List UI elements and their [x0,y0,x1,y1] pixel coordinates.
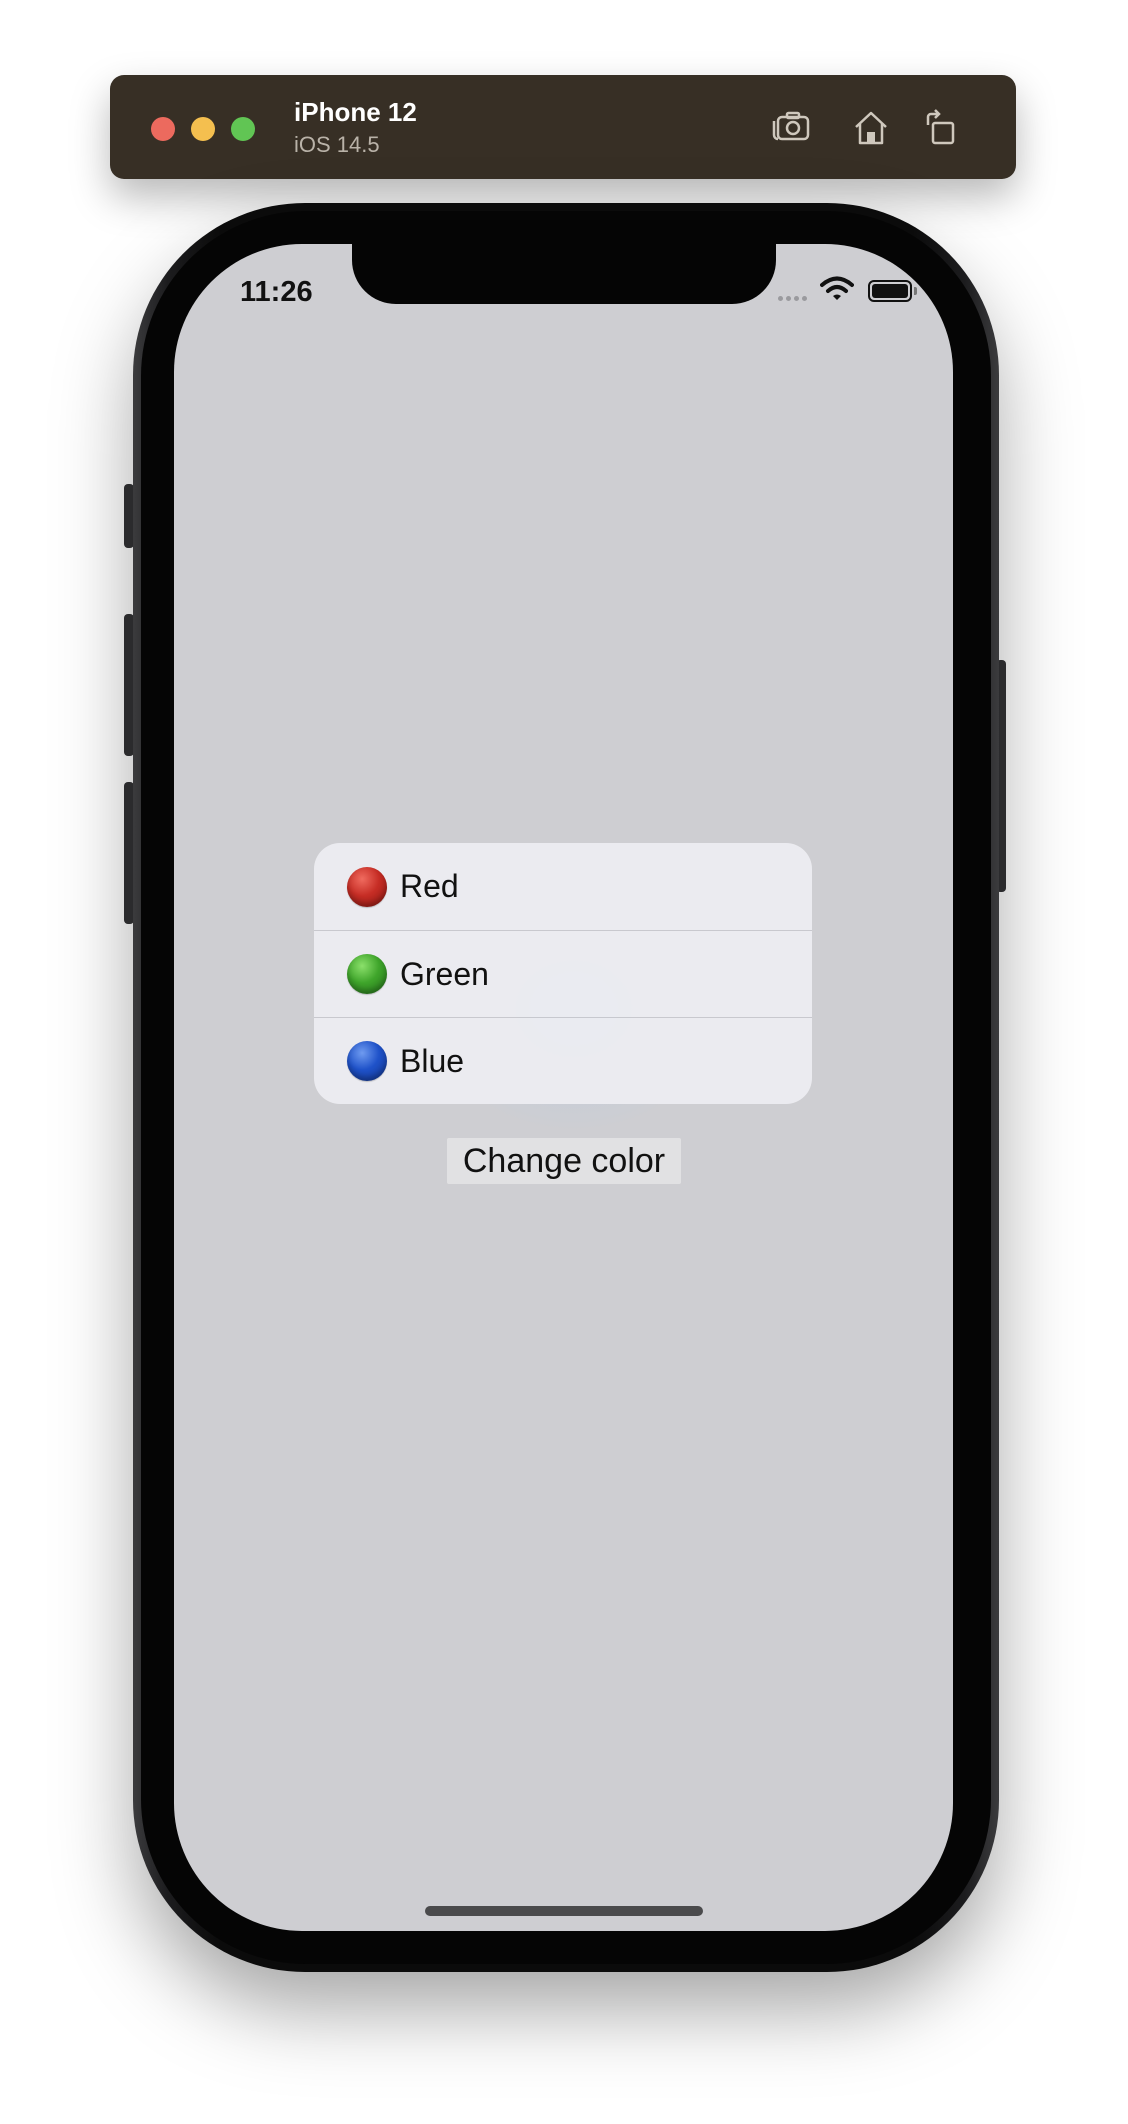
home-button[interactable] [848,105,894,151]
color-context-menu: Red Green Blue [314,843,812,1104]
device-os-version: iOS 14.5 [294,132,380,157]
menu-item-label: Blue [400,1042,465,1079]
menu-item-blue[interactable]: Blue [314,1017,812,1104]
device-name: iPhone 12 [294,97,417,127]
simulator-window: iPhone 12 iOS 14.5 11:26 Red Green Blue … [0,0,1128,2124]
status-time: 11:26 [240,276,313,308]
blue-circle-icon [347,1041,387,1081]
window-minimize-button[interactable] [191,117,215,141]
notch [352,244,776,304]
wifi-icon [820,276,854,300]
cellular-signal-icon [778,296,807,301]
green-circle-icon [347,954,387,994]
rotate-button[interactable] [918,105,964,151]
rotate-icon [926,109,955,145]
change-color-button[interactable]: Change color [447,1138,681,1184]
home-indicator[interactable] [425,1906,703,1916]
battery-icon [868,280,912,302]
menu-item-label: Red [400,868,459,904]
window-close-button[interactable] [151,117,175,141]
menu-item-green[interactable]: Green [314,930,812,1017]
home-icon [855,111,887,145]
simulator-toolbar: iPhone 12 iOS 14.5 [110,75,1016,179]
red-circle-icon [347,866,387,907]
camera-icon [772,111,810,141]
menu-item-red[interactable]: Red [314,843,812,930]
device-screen: 11:26 Red Green Blue Change color [174,244,953,1931]
screenshot-button[interactable] [770,105,816,151]
battery-tip [914,287,917,295]
menu-item-label: Green [400,955,489,992]
window-zoom-button[interactable] [231,117,255,141]
